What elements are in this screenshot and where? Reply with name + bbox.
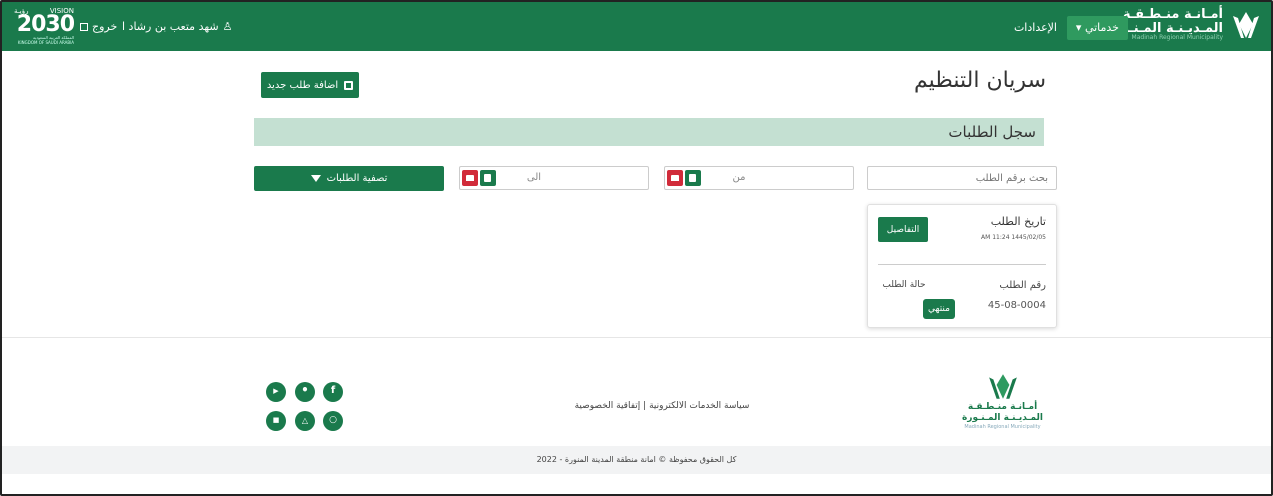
logout-label: خروج <box>92 20 118 33</box>
request-date-value: AM 11:24 1445/02/05 <box>981 234 1046 241</box>
requests-section-header: سجل الطلبات <box>254 118 1044 146</box>
card-divider <box>878 264 1046 265</box>
calendar-icon[interactable] <box>685 170 701 186</box>
calendar-icon[interactable] <box>480 170 496 186</box>
section-title: سجل الطلبات <box>948 123 1036 141</box>
logout-icon <box>80 22 88 31</box>
footer-logo-line-3: Madinah Regional Municipality <box>964 424 1041 430</box>
filter-label: تصفية الطلبات <box>326 173 388 184</box>
madinah-logo-icon <box>1233 12 1259 38</box>
request-card: تاريخ الطلب AM 11:24 1445/02/05 التفاصيل… <box>867 204 1057 328</box>
user-menu[interactable]: ♙ شهد متعب بن رشاد ا <box>122 20 233 33</box>
clear-date-icon[interactable] <box>462 170 478 186</box>
footer-logo-line-2: المـديـنـة المـنـورة <box>961 413 1044 423</box>
date-from-field[interactable]: من <box>664 166 854 190</box>
link-separator: | <box>643 401 647 411</box>
footer-divider <box>2 337 1271 338</box>
blackberry-icon[interactable] <box>266 411 286 431</box>
filter-requests-button[interactable]: تصفية الطلبات <box>254 166 444 191</box>
request-search-input[interactable] <box>867 166 1057 190</box>
caret-down-icon: ▾ <box>1075 21 1082 34</box>
user-name: شهد متعب بن رشاد ا <box>122 20 219 33</box>
top-navbar: أمـانـة منـطـقـة المـديـنـة المـنـورة Ma… <box>2 2 1271 51</box>
page-title: سريان التنظيم <box>914 68 1046 93</box>
e-services-policy-link[interactable]: سياسة الخدمات الالكترونية <box>649 401 749 411</box>
snapchat-icon[interactable] <box>295 411 315 431</box>
settings-link[interactable]: الإعدادات <box>1014 21 1057 34</box>
add-request-label: اضافة طلب جديد <box>266 79 339 91</box>
app-frame: أمـانـة منـطـقـة المـديـنـة المـنـورة Ma… <box>0 0 1273 496</box>
request-date-label: تاريخ الطلب <box>990 215 1046 228</box>
vision-sub-en: KINGDOM OF SAUDI ARABIA <box>17 40 74 45</box>
request-number-label: رقم الطلب <box>999 280 1046 291</box>
user-icon: ♙ <box>222 20 233 33</box>
footer-links: سياسة الخدمات الالكترونية | إتفاقية الخص… <box>562 401 762 411</box>
add-icon <box>344 80 354 90</box>
copyright-bar: كل الحقوق محفوظة © امانة منطقة المدينة ا… <box>2 446 1271 474</box>
date-to-field[interactable]: الى <box>459 166 649 190</box>
footer-logo-line-1: أمـانـة منـطـقـة <box>967 402 1038 412</box>
filter-icon <box>310 175 321 182</box>
details-button[interactable]: التفاصيل <box>878 217 928 242</box>
youtube-icon[interactable] <box>266 382 286 402</box>
request-status-label: حالة الطلب <box>882 280 926 290</box>
request-number-value: 45-08-0004 <box>987 300 1046 311</box>
footer-logo: أمـانـة منـطـقـة المـديـنـة المـنـورة Ma… <box>955 372 1050 430</box>
privacy-link[interactable]: إتفاقية الخصوصية <box>575 401 641 411</box>
twitter-icon[interactable] <box>295 382 315 402</box>
vision-year: 2030 <box>16 12 75 37</box>
status-badge: منتهي <box>923 299 955 319</box>
madinah-logo-icon <box>988 374 1017 399</box>
add-request-button[interactable]: اضافة طلب جديد <box>261 72 359 98</box>
vision-2030-logo: VISION رؤيـة 2030 المملكة العربية السعود… <box>14 7 75 45</box>
services-label: خدماتي <box>1084 21 1119 34</box>
clear-date-icon[interactable] <box>667 170 683 186</box>
instagram-icon[interactable] <box>323 411 343 431</box>
logout-link[interactable]: خروج <box>80 20 117 33</box>
services-dropdown[interactable]: خدماتي ▾ <box>1066 16 1128 40</box>
header-logo[interactable]: أمـانـة منـطـقـة المـديـنـة المـنـورة Ma… <box>1106 8 1261 42</box>
facebook-icon[interactable] <box>323 382 343 402</box>
